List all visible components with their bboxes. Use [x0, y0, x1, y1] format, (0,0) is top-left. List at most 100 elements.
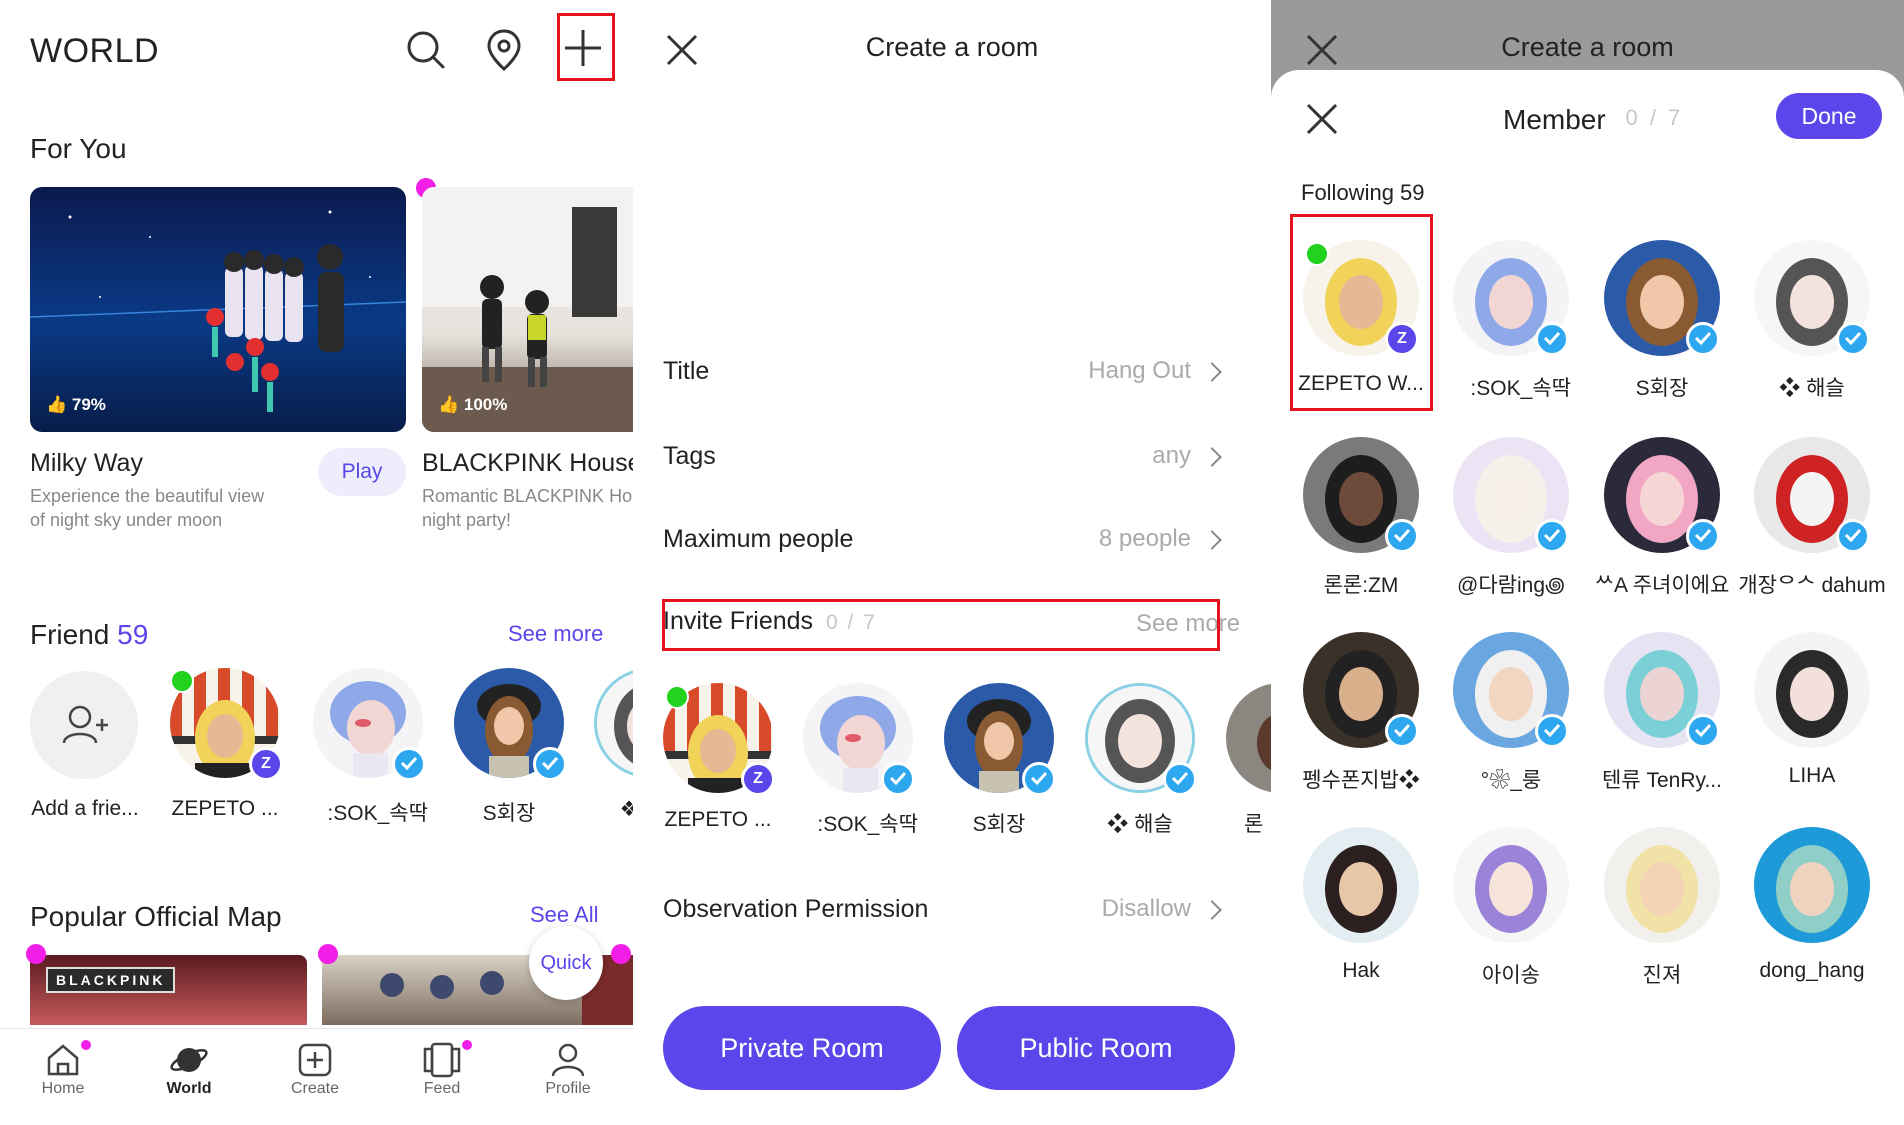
nav-create[interactable]: Create	[270, 1040, 360, 1098]
observation-permission-row[interactable]: Observation Permission Disallow	[633, 883, 1271, 933]
close-sheet-icon[interactable]	[1305, 102, 1339, 136]
friend-name: ᅟᅠ:SOK_속딱	[308, 802, 428, 825]
member-avatar[interactable]	[1453, 827, 1569, 943]
rating-badge: 👍 79%	[46, 395, 106, 414]
verified-badge-icon	[881, 762, 915, 796]
map-name: Milky Way	[30, 449, 143, 477]
person-icon	[551, 1043, 585, 1077]
location-pin-icon[interactable]	[484, 28, 524, 72]
highlight-box	[557, 13, 615, 81]
nav-label: Profile	[545, 1080, 591, 1097]
map-card-blackpink-house[interactable]: 👍 100%	[422, 187, 633, 432]
add-friend-button[interactable]	[30, 671, 138, 779]
member-name: 텐류 TenRy...	[1602, 769, 1722, 792]
nav-label: Create	[290, 1080, 340, 1097]
following-heading: Following 59	[1301, 180, 1425, 205]
member-name: 론론:ZM	[1323, 574, 1399, 597]
invite-avatar-ron[interactable]	[1226, 683, 1271, 793]
invite-friend-name: 론	[1244, 813, 1264, 836]
private-room-button[interactable]: Private Room	[663, 1006, 941, 1090]
friend-heading: Friend 59	[30, 619, 148, 651]
blackpink-logo: BLACKPINK	[46, 967, 176, 993]
verified-badge-icon	[1686, 322, 1720, 356]
member-name: Hak	[1342, 959, 1380, 982]
member-avatar[interactable]	[1303, 827, 1419, 943]
title-row[interactable]: Title Hang Out	[633, 345, 1271, 395]
world-screen: WORLD For You 👍 79% Milky Way Experience…	[0, 0, 633, 1125]
member-name: °❀_룽	[1480, 769, 1542, 792]
row-label: Observation Permission	[663, 895, 929, 923]
create-room-screen: Create a room Title Hang Out Tags any Ma…	[633, 0, 1271, 1125]
notification-dot	[81, 1040, 91, 1050]
plus-square-icon	[298, 1043, 332, 1077]
map-description: of night sky under moon	[30, 510, 223, 530]
verified-badge-icon	[1385, 714, 1419, 748]
map-description: Romantic BLACKPINK Ho	[422, 486, 633, 506]
nav-feed[interactable]: Feed	[397, 1040, 487, 1098]
verified-badge-icon	[1836, 519, 1870, 553]
nav-world[interactable]: World	[144, 1040, 234, 1098]
friend-count: 59	[117, 619, 149, 650]
verified-badge-icon	[533, 747, 567, 781]
member-name: ᅟᅠ:SOK_속딱	[1451, 377, 1571, 400]
friend-name: ZEPETO ...	[171, 797, 279, 820]
map-card-blackpink[interactable]: BLACKPINK	[30, 955, 307, 1025]
friend-name: S회장	[482, 802, 536, 825]
background-title: Create a room	[1501, 32, 1674, 62]
member-name: ᄊA 주녀이에요	[1594, 574, 1730, 597]
nav-label: World	[166, 1080, 212, 1097]
friend-name: Add a frie...	[31, 797, 139, 820]
member-name: dong_hang	[1759, 959, 1865, 982]
search-icon[interactable]	[404, 28, 448, 72]
friend-name: ❖	[619, 798, 633, 821]
nav-profile[interactable]: Profile	[523, 1040, 613, 1098]
play-button[interactable]: Play	[318, 448, 406, 496]
see-all-link[interactable]: See All	[530, 902, 599, 928]
member-avatar[interactable]	[1754, 827, 1870, 943]
member-avatar[interactable]	[1604, 827, 1720, 943]
zepeto-badge-icon: Z	[249, 747, 283, 781]
highlight-box	[1290, 214, 1433, 411]
member-avatar[interactable]	[1754, 632, 1870, 748]
nav-label: Home	[41, 1080, 85, 1097]
invite-friend-name: ❖ 해슬	[1107, 813, 1173, 836]
max-people-row[interactable]: Maximum people 8 people	[633, 513, 1271, 563]
member-title: Member 0 / 7	[1503, 104, 1683, 136]
member-name: 개장ᄋᄉ dahum	[1738, 574, 1886, 597]
quick-button[interactable]: Quick	[529, 926, 603, 1000]
verified-badge-icon	[1686, 519, 1720, 553]
map-description: night party!	[422, 510, 512, 530]
invite-friend-name: ZEPETO ...	[664, 808, 772, 831]
zepeto-badge-icon: Z	[741, 762, 775, 796]
tags-row[interactable]: Tags any	[633, 430, 1271, 480]
home-icon	[47, 1044, 79, 1076]
for-you-heading: For You	[30, 133, 127, 164]
member-name: 진져	[1642, 964, 1682, 987]
verified-badge-icon	[1535, 519, 1569, 553]
chevron-right-icon	[1202, 530, 1222, 550]
member-name: LIHA	[1788, 764, 1836, 787]
member-name: @다람ing꩜	[1457, 574, 1565, 597]
public-room-button[interactable]: Public Room	[957, 1006, 1235, 1090]
row-label: Title	[663, 357, 710, 385]
online-status-dot	[170, 669, 194, 693]
member-count: 0 / 7	[1625, 105, 1684, 130]
create-room-title: Create a room	[865, 32, 1039, 62]
row-value: Disallow	[1101, 895, 1191, 922]
map-card-milky-way[interactable]: 👍 79%	[30, 187, 406, 432]
rating-badge: 👍 100%	[438, 395, 508, 414]
member-name: 아이송	[1482, 964, 1540, 987]
done-button[interactable]: Done	[1776, 93, 1882, 139]
nav-home[interactable]: Home	[18, 1040, 108, 1098]
friend-avatar-haeseul[interactable]	[594, 668, 633, 778]
row-label: Maximum people	[663, 525, 854, 553]
nav-label: Feed	[423, 1080, 461, 1097]
verified-badge-icon	[1535, 714, 1569, 748]
row-label: Tags	[663, 442, 716, 470]
verified-badge-icon	[392, 747, 426, 781]
page-title: WORLD	[30, 32, 160, 70]
new-indicator-dot	[318, 944, 338, 964]
see-more-link[interactable]: See more	[508, 621, 603, 647]
verified-badge-icon	[1385, 519, 1419, 553]
new-indicator-dot	[26, 944, 46, 964]
